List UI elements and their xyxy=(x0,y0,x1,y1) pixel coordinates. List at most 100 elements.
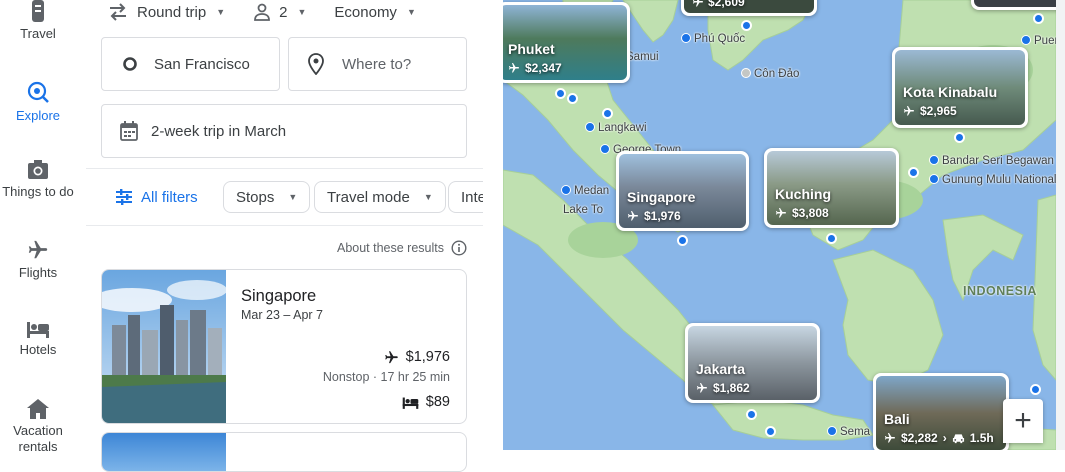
map-destination-card-jakarta[interactable]: Jakarta $1,862 xyxy=(685,323,820,403)
camera-icon xyxy=(28,160,48,179)
card-price: $2,965 xyxy=(903,104,957,118)
airport-pin[interactable] xyxy=(908,167,919,178)
hotel-price: $89 xyxy=(425,394,450,410)
map-place[interactable]: Samui xyxy=(626,51,659,63)
flight-price-row: $1,976 xyxy=(384,349,450,365)
all-filters-button[interactable]: All filters xyxy=(116,181,198,213)
caret-down-icon: ▼ xyxy=(406,7,416,17)
trip-type-select[interactable]: Round trip ▼ xyxy=(108,3,225,21)
map-destination-card[interactable]: $2,609 xyxy=(681,0,817,16)
nav-flights-label: Flights xyxy=(18,265,58,280)
nav-flights[interactable]: Flights xyxy=(0,239,76,280)
results-panel: Round trip ▼ 2 ▼ Economy ▼ San Francisco… xyxy=(86,0,483,472)
explore-icon xyxy=(27,81,49,103)
card-price: $2,609 xyxy=(692,0,745,9)
house-icon xyxy=(27,399,49,419)
destination-photo: Kota Kinabalu $2,965 xyxy=(895,50,1025,125)
destination-photo: Phuket $2,347 xyxy=(503,5,627,80)
map-place[interactable]: Lake To xyxy=(563,204,603,216)
map-destination-card-singapore[interactable]: Singapore $1,976 xyxy=(616,151,749,231)
about-results[interactable]: About these results xyxy=(337,240,467,256)
suitcase-icon xyxy=(32,0,44,22)
origin-field[interactable]: San Francisco xyxy=(101,37,280,91)
travel-mode-filter[interactable]: Travel mode ▼ xyxy=(314,181,446,213)
zoom-in-button[interactable]: + xyxy=(1003,399,1043,443)
interests-label: Inte xyxy=(461,188,483,206)
map-destination-card-phuket[interactable]: Phuket $2,347 xyxy=(503,2,630,83)
card-price-value: $2,282 xyxy=(901,431,938,445)
nav-travel[interactable]: Travel xyxy=(0,0,76,41)
airport-pin[interactable] xyxy=(677,235,688,246)
map-place[interactable]: Phú Quốc xyxy=(681,33,745,45)
map-destination-card-bali[interactable]: Bali $2,282 › 1.5h xyxy=(873,373,1009,450)
nav-hotels[interactable]: Hotels xyxy=(0,320,76,357)
card-name: Jakarta xyxy=(696,361,746,377)
map-destination-card[interactable] xyxy=(971,0,1056,10)
info-icon xyxy=(451,240,467,256)
airport-pin[interactable] xyxy=(765,426,776,437)
place-dot xyxy=(929,155,939,165)
place-label: Sema xyxy=(840,426,871,438)
airport-pin[interactable] xyxy=(741,20,752,31)
map-destination-card-kuching[interactable]: Kuching $3,808 xyxy=(764,148,899,228)
travel-mode-label: Travel mode xyxy=(327,188,410,206)
card-price-value: $3,808 xyxy=(792,206,829,220)
card-price-value: $1,976 xyxy=(644,209,681,223)
place-dot xyxy=(741,68,751,78)
nav-explore[interactable]: Explore xyxy=(0,80,76,123)
map-place[interactable]: Langkawi xyxy=(585,122,647,134)
destination-photo: $2,609 xyxy=(684,0,814,13)
nav-things-to-do[interactable]: Things to do xyxy=(0,160,76,199)
place-dot xyxy=(1021,35,1031,45)
nav-vacation-rentals[interactable]: Vacation rentals xyxy=(0,399,76,455)
nav-travel-label: Travel xyxy=(20,26,56,41)
card-price: $2,347 xyxy=(508,61,562,75)
map-place[interactable]: Bandar Seri Begawan xyxy=(929,155,1054,167)
map-place[interactable]: Côn Đảo xyxy=(741,68,799,80)
cabin-class-select[interactable]: Economy ▼ xyxy=(334,4,415,21)
card-price-value: $2,347 xyxy=(525,61,562,75)
destination-field[interactable]: Where to? xyxy=(288,37,467,91)
stops-filter[interactable]: Stops ▼ xyxy=(223,181,311,213)
map-place[interactable]: Sema xyxy=(827,426,870,438)
plus-icon: + xyxy=(1014,404,1032,437)
airport-pin[interactable] xyxy=(826,233,837,244)
airport-pin[interactable] xyxy=(746,409,757,420)
map-place[interactable]: Gunung Mulu National xyxy=(929,174,1056,186)
destination-photo: Singapore $1,976 xyxy=(619,154,746,228)
place-label: Langkawi xyxy=(598,122,647,134)
result-card[interactable] xyxy=(101,432,467,472)
nav-explore-label: Explore xyxy=(15,108,61,123)
airport-pin[interactable] xyxy=(1030,384,1041,395)
airport-pin[interactable] xyxy=(567,93,578,104)
place-label: Medan xyxy=(574,185,610,197)
destination-photo xyxy=(974,0,1056,7)
place-label: Samui xyxy=(626,51,659,63)
airport-pin[interactable] xyxy=(602,108,613,119)
location-pin-icon xyxy=(308,53,324,75)
card-drive-time: 1.5h xyxy=(969,431,994,445)
all-filters-label: All filters xyxy=(141,188,198,206)
airport-pin[interactable] xyxy=(555,88,566,99)
place-dot xyxy=(585,122,595,132)
card-price: $1,862 xyxy=(696,381,750,395)
airport-pin[interactable] xyxy=(954,132,965,143)
divider xyxy=(86,168,483,169)
place-dot xyxy=(561,185,571,195)
caret-down-icon: ▼ xyxy=(297,7,307,17)
place-dot xyxy=(681,33,691,43)
map-destination-card-kota-kinabalu[interactable]: Kota Kinabalu $2,965 xyxy=(892,47,1028,128)
bed-icon xyxy=(402,397,419,409)
nav-things-to-do-label: Things to do xyxy=(2,184,74,199)
stops-label: Stops xyxy=(236,188,275,206)
result-card[interactable]: Singapore Mar 23 – Apr 7 $1,976 Nonstop … xyxy=(101,269,467,424)
passengers-value: 2 xyxy=(279,3,288,21)
explore-map[interactable]: INDONESIA Phú Quốc Côn Đảo Samui Langkaw… xyxy=(503,0,1056,450)
map-place[interactable]: Medan xyxy=(561,185,609,197)
airplane-icon xyxy=(628,211,638,221)
dates-field[interactable]: 2-week trip in March xyxy=(101,104,467,158)
interests-filter[interactable]: Inte xyxy=(448,181,483,213)
passengers-select[interactable]: 2 ▼ xyxy=(253,3,306,21)
map-place[interactable]: Puer xyxy=(1021,35,1056,47)
airport-pin[interactable] xyxy=(1033,13,1044,24)
